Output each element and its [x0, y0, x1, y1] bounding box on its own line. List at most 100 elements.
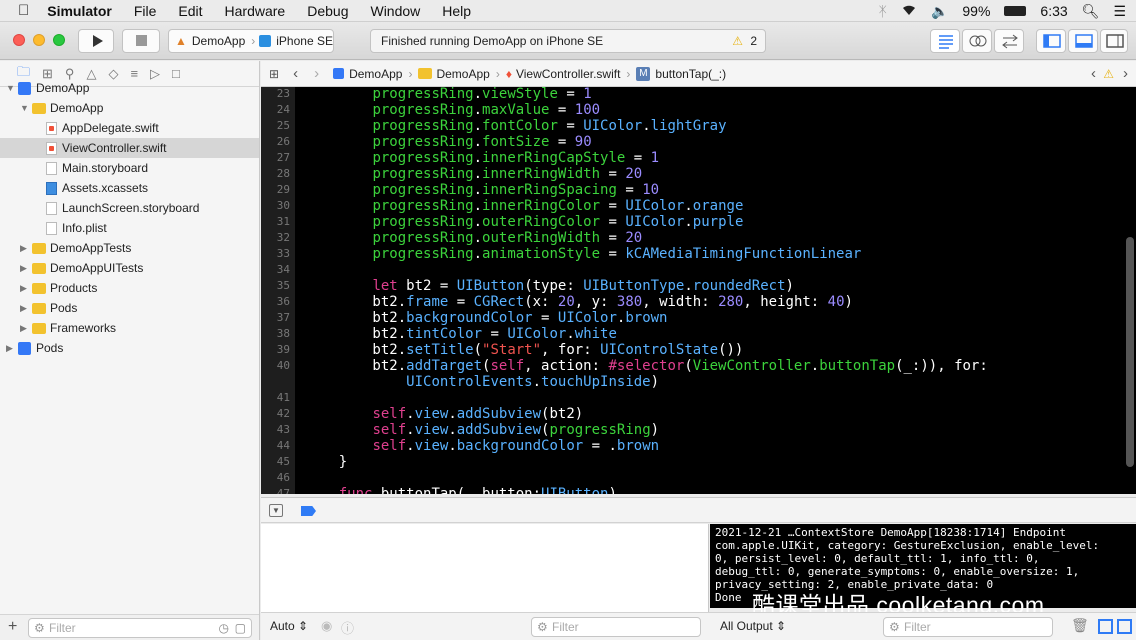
- menu-app-name[interactable]: Simulator: [47, 3, 112, 19]
- tree-item[interactable]: ▶ Pods: [0, 298, 259, 318]
- tree-item[interactable]: LaunchScreen.storyboard: [0, 198, 259, 218]
- folder-icon: [418, 68, 433, 79]
- navigator-filter-field[interactable]: ⚙ Filter ◷ ▢: [28, 618, 252, 638]
- disclosure-closed-icon[interactable]: ▶: [20, 243, 30, 254]
- disclosure-closed-icon[interactable]: ▶: [20, 263, 30, 274]
- editor-scrollbar[interactable]: [1126, 237, 1134, 467]
- tree-item[interactable]: ▶ Frameworks: [0, 318, 259, 338]
- battery-icon[interactable]: [1004, 6, 1027, 16]
- folder-icon: [32, 282, 46, 294]
- jump-crumb-symbol[interactable]: buttonTap(_:): [655, 67, 726, 81]
- jump-crumb-project[interactable]: DemoApp: [349, 67, 402, 81]
- tree-item-label: DemoApp: [36, 81, 90, 95]
- run-button[interactable]: [78, 29, 114, 53]
- folder-icon: [32, 322, 46, 334]
- tree-item-label: DemoApp: [50, 101, 104, 115]
- minimize-window-button[interactable]: [33, 34, 45, 46]
- show-console-view-icon[interactable]: [1117, 619, 1132, 634]
- hide-debug-area-icon[interactable]: ▼: [269, 504, 283, 517]
- menu-help[interactable]: Help: [442, 3, 471, 19]
- spotlight-search-icon[interactable]: 🔍︎: [1082, 3, 1100, 20]
- warning-icon[interactable]: ⚠: [1103, 67, 1114, 81]
- line-number: 25: [276, 119, 290, 132]
- tree-item[interactable]: ▶ Products: [0, 278, 259, 298]
- menu-debug[interactable]: Debug: [307, 3, 348, 19]
- warning-icon[interactable]: ⚠: [732, 34, 743, 48]
- all-output-select[interactable]: All Output ⇕: [720, 619, 786, 633]
- tree-item[interactable]: Assets.xcassets: [0, 178, 259, 198]
- volume-icon[interactable]: 🔈: [931, 3, 948, 20]
- swift-file-icon: ♦: [505, 66, 512, 81]
- bluetooth-icon[interactable]: ᛡ: [879, 3, 887, 19]
- next-issue-icon[interactable]: ›: [1123, 65, 1128, 82]
- disclosure-open-icon[interactable]: ▼: [20, 103, 30, 113]
- tree-item-label: ViewController.swift: [62, 141, 167, 155]
- version-editor-button[interactable]: [994, 29, 1024, 53]
- forward-button[interactable]: ›: [314, 65, 319, 82]
- line-number: 38: [276, 327, 290, 340]
- jump-crumb-group[interactable]: DemoApp: [436, 67, 489, 81]
- tree-item[interactable]: ▶ DemoAppTests: [0, 238, 259, 258]
- show-variables-view-icon[interactable]: [1098, 619, 1113, 634]
- code-area[interactable]: progressRing.viewStyle = 1 progressRing.…: [295, 87, 1118, 494]
- warning-count[interactable]: 2: [750, 34, 757, 48]
- file-icon: [46, 161, 57, 175]
- menu-hardware[interactable]: Hardware: [225, 3, 286, 19]
- trash-icon[interactable]: 🗑︎: [1071, 617, 1089, 634]
- line-number: 45: [276, 455, 290, 468]
- device-icon: [259, 35, 272, 47]
- close-window-button[interactable]: [13, 34, 25, 46]
- standard-editor-button[interactable]: [930, 29, 960, 53]
- console-filter-field[interactable]: ⚙ Filter: [883, 617, 1053, 637]
- toggle-debug-area-button[interactable]: [1068, 29, 1098, 53]
- tree-item-label: Assets.xcassets: [62, 181, 149, 195]
- info-icon[interactable]: ⓘ: [341, 618, 354, 637]
- quick-look-icon[interactable]: ◉: [321, 618, 332, 634]
- variables-filter-field[interactable]: ⚙ Filter: [531, 617, 701, 637]
- menu-file[interactable]: File: [134, 3, 157, 19]
- disclosure-open-icon[interactable]: ▼: [6, 83, 16, 93]
- related-items-icon[interactable]: ⊞: [269, 67, 279, 81]
- scheme-selector[interactable]: ▲ DemoApp › iPhone SE: [168, 29, 334, 53]
- stop-button[interactable]: [122, 29, 160, 53]
- tree-item[interactable]: ▶ Pods: [0, 338, 259, 358]
- line-number-gutter: 23 24 25 26 27 28 29 30 31 32 33 34 35 36 37 38 39 40 41 42…: [261, 87, 295, 494]
- previous-issue-icon[interactable]: ‹: [1091, 65, 1096, 82]
- recent-files-icon[interactable]: ◷: [219, 621, 229, 635]
- tree-item[interactable]: Main.storyboard: [0, 158, 259, 178]
- toggle-utilities-button[interactable]: [1100, 29, 1128, 53]
- tree-item[interactable]: ▼ DemoApp: [0, 98, 259, 118]
- jump-crumb-file[interactable]: ViewController.swift: [516, 67, 620, 81]
- menu-edit[interactable]: Edit: [178, 3, 202, 19]
- code-line: progressRing.innerRingSpacing = 10: [372, 182, 660, 198]
- tree-item[interactable]: ViewController.swift: [0, 138, 259, 158]
- breakpoints-toggle-icon[interactable]: [301, 506, 316, 516]
- notification-center-icon[interactable]: ☰: [1113, 3, 1126, 20]
- line-number: 32: [276, 231, 290, 244]
- disclosure-closed-icon[interactable]: ▶: [20, 303, 30, 314]
- clock[interactable]: 6:33: [1040, 3, 1067, 19]
- tree-item[interactable]: Info.plist: [0, 218, 259, 238]
- back-button[interactable]: ‹: [293, 65, 298, 82]
- zoom-window-button[interactable]: [53, 34, 65, 46]
- disclosure-closed-icon[interactable]: ▶: [20, 323, 30, 334]
- auto-variables-select[interactable]: Auto ⇕: [270, 619, 308, 633]
- scm-filter-icon[interactable]: ▢: [235, 621, 246, 635]
- assistant-editor-button[interactable]: [962, 29, 992, 53]
- add-file-icon[interactable]: +: [8, 618, 17, 636]
- tree-item[interactable]: AppDelegate.swift: [0, 118, 259, 138]
- line-number: 40: [276, 359, 290, 372]
- source-editor[interactable]: 23 24 25 26 27 28 29 30 31 32 33 34 35 36 37 38 39 40 41 42…: [261, 87, 1136, 494]
- disclosure-closed-icon[interactable]: ▶: [6, 343, 16, 354]
- device-name: iPhone SE: [276, 34, 333, 48]
- battery-percent[interactable]: 99%: [962, 3, 990, 19]
- tree-item[interactable]: ▼ DemoApp: [0, 78, 259, 98]
- code-line: progressRing.outerRingWidth = 20: [372, 230, 643, 246]
- tree-item[interactable]: ▶ DemoAppUITests: [0, 258, 259, 278]
- menu-window[interactable]: Window: [370, 3, 420, 19]
- wifi-icon[interactable]: [901, 3, 917, 19]
- apple-menu-icon[interactable]: : [18, 2, 29, 19]
- toggle-navigator-button[interactable]: [1036, 29, 1066, 53]
- disclosure-closed-icon[interactable]: ▶: [20, 283, 30, 294]
- tree-item-label: Info.plist: [62, 221, 107, 235]
